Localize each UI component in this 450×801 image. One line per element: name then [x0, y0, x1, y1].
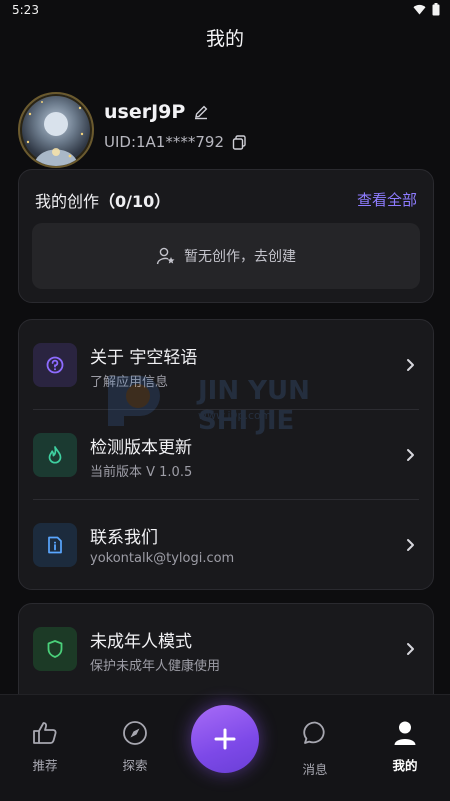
username-row: userJ9P	[104, 101, 209, 123]
menu-item-title: 关于 宇空轻语	[90, 348, 198, 368]
edit-pencil-icon[interactable]	[193, 104, 209, 120]
chevron-right-icon	[407, 643, 414, 655]
menu-item-title: 未成年人模式	[90, 632, 192, 652]
copy-icon[interactable]	[232, 134, 247, 150]
menu-item-title: 联系我们	[90, 528, 158, 548]
battery-icon	[432, 3, 440, 16]
menu-card: 关于 宇空轻语 了解应用信息 检测版本更新 当前版本 V 1.0.5 联系我们 …	[18, 319, 434, 590]
nav-label: 探索	[122, 758, 148, 773]
uid-text: UID:1A1****792	[104, 133, 224, 151]
menu-item-title: 检测版本更新	[90, 438, 192, 458]
nav-tab-recommend[interactable]: 推荐	[10, 719, 80, 774]
menu-item-minor-mode[interactable]: 未成年人模式 保护未成年人健康使用	[19, 604, 433, 694]
empty-text: 暂无创作，去创建	[184, 249, 296, 265]
status-bar: 5:23	[0, 0, 450, 20]
creations-title: 我的创作（0/10）	[35, 188, 170, 212]
nav-tab-explore[interactable]: 探索	[100, 719, 170, 774]
menu-item-subtitle: 保护未成年人健康使用	[90, 659, 221, 674]
status-time: 5:23	[12, 3, 39, 17]
compass-icon	[123, 721, 147, 745]
nav-label: 推荐	[32, 758, 58, 773]
flame-icon	[48, 446, 62, 464]
contact-icon-box	[33, 523, 77, 567]
menu-item-update[interactable]: 检测版本更新 当前版本 V 1.0.5	[19, 410, 433, 500]
nav-label: 我的	[392, 758, 418, 773]
plus-icon	[214, 728, 236, 750]
avatar[interactable]	[18, 92, 94, 168]
nav-tab-mine[interactable]: 我的	[370, 719, 440, 774]
minor-icon-box	[33, 627, 77, 671]
menu-item-about[interactable]: 关于 宇空轻语 了解应用信息	[19, 320, 433, 410]
question-icon	[46, 356, 64, 374]
update-icon-box	[33, 433, 77, 477]
creations-title-text: 我的创作	[35, 192, 100, 211]
chevron-right-icon	[407, 539, 414, 551]
status-icons	[413, 3, 440, 16]
chevron-right-icon	[407, 359, 414, 371]
thumbs-up-icon	[33, 722, 57, 744]
shield-icon	[47, 640, 63, 658]
page-title: 我的	[205, 28, 244, 50]
about-icon-box	[33, 343, 77, 387]
chevron-right-icon	[407, 449, 414, 461]
menu-item-subtitle: 当前版本 V 1.0.5	[90, 465, 193, 480]
menu-item-contact[interactable]: 联系我们 yokontalk@tylogi.com	[19, 500, 433, 590]
menu-item-subtitle: yokontalk@tylogi.com	[90, 551, 235, 566]
uid-row: UID:1A1****792	[104, 133, 247, 151]
chat-bubble-icon	[303, 721, 325, 744]
nav-tab-messages[interactable]: 消息	[280, 719, 350, 778]
wifi-icon	[413, 4, 426, 15]
creations-count: （0/10）	[99, 192, 171, 211]
nav-label: 消息	[302, 762, 328, 777]
see-all-link[interactable]: 查看全部	[357, 189, 417, 210]
username: userJ9P	[104, 101, 186, 123]
person-icon	[394, 721, 416, 745]
menu-item-subtitle: 了解应用信息	[90, 375, 169, 390]
user-star-icon	[156, 247, 175, 265]
creations-card: 我的创作（0/10） 查看全部 暂无创作，去创建	[18, 169, 434, 303]
create-fab-button[interactable]	[191, 705, 259, 773]
info-document-icon	[48, 536, 62, 554]
create-empty-state[interactable]: 暂无创作，去创建	[32, 223, 420, 289]
